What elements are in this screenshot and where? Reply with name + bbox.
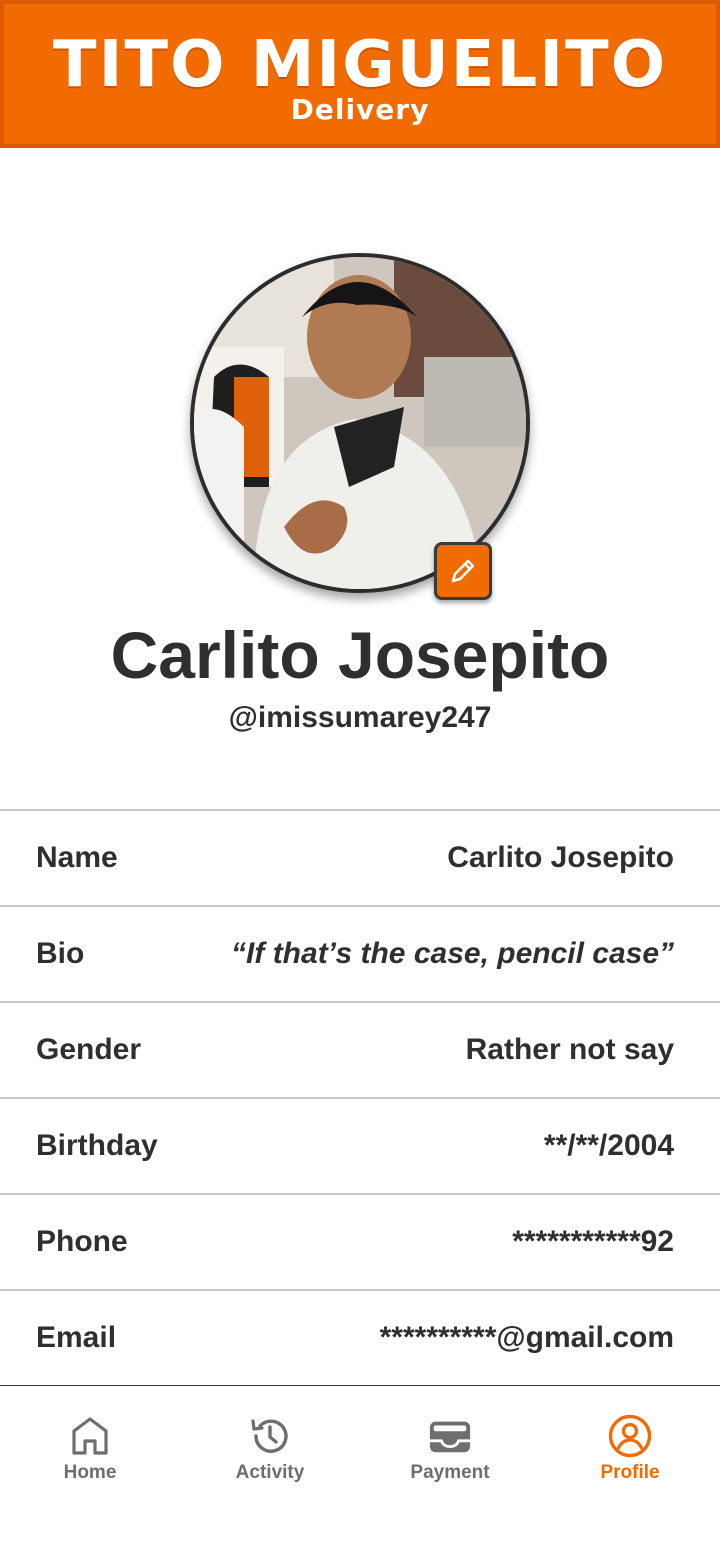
info-row-email[interactable]: Email **********@gmail.com	[0, 1289, 720, 1387]
info-value: “If that’s the case, pencil case”	[231, 937, 674, 970]
avatar-container	[190, 253, 530, 600]
history-icon	[248, 1414, 292, 1458]
nav-activity-label: Activity	[235, 1462, 305, 1483]
wallet-icon	[428, 1414, 472, 1458]
nav-payment-label: Payment	[410, 1462, 490, 1483]
info-row-birthday[interactable]: Birthday **/**/2004	[0, 1097, 720, 1193]
info-row-name[interactable]: Name Carlito Josepito	[0, 809, 720, 905]
info-label: Phone	[36, 1225, 128, 1258]
profile-display-name: Carlito Josepito	[110, 618, 610, 692]
nav-profile-label: Profile	[600, 1462, 660, 1483]
info-value: **********@gmail.com	[379, 1321, 674, 1354]
info-value: **/**/2004	[543, 1129, 674, 1162]
avatar-photo	[194, 257, 526, 589]
info-row-gender[interactable]: Gender Rather not say	[0, 1001, 720, 1097]
info-label: Gender	[36, 1033, 142, 1066]
info-value: ***********92	[512, 1225, 674, 1258]
pencil-icon	[451, 559, 475, 583]
info-value: Carlito Josepito	[447, 841, 674, 874]
brand-subtitle: Delivery	[290, 93, 430, 126]
info-value: Rather not say	[465, 1033, 674, 1066]
app-header: TITO MIGUELITO Delivery	[0, 0, 720, 148]
info-label: Email	[36, 1321, 117, 1354]
info-label: Bio	[36, 937, 85, 970]
nav-home[interactable]: Home	[0, 1386, 180, 1496]
brand-title: TITO MIGUELITO	[52, 28, 668, 102]
info-label: Name	[36, 841, 118, 874]
nav-home-label: Home	[63, 1462, 117, 1483]
nav-payment[interactable]: Payment	[360, 1386, 540, 1496]
info-row-bio[interactable]: Bio “If that’s the case, pencil case”	[0, 905, 720, 1001]
user-icon	[608, 1414, 652, 1458]
profile-handle: @imissumarey247	[228, 701, 492, 734]
edit-avatar-button[interactable]	[434, 542, 492, 600]
info-label: Birthday	[36, 1129, 158, 1162]
nav-activity[interactable]: Activity	[180, 1386, 360, 1496]
home-icon	[68, 1414, 112, 1458]
nav-profile[interactable]: Profile	[540, 1386, 720, 1496]
info-row-phone[interactable]: Phone ***********92	[0, 1193, 720, 1289]
bottom-navigation: Home Activity Payment Profile	[0, 1386, 720, 1560]
profile-info-list: Name Carlito Josepito Bio “If that’s the…	[0, 809, 720, 1387]
